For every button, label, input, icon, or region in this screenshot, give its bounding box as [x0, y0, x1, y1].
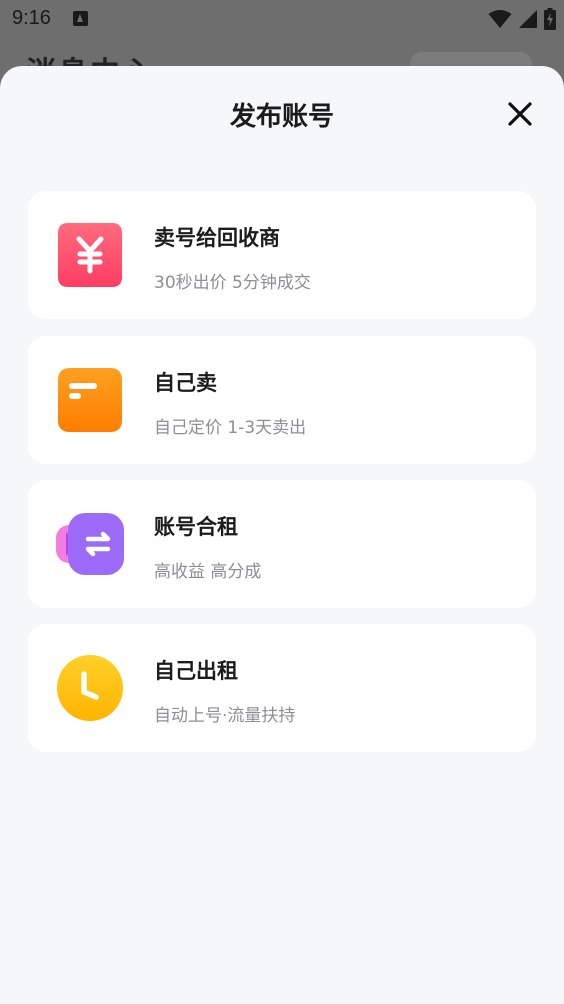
app-notification-icon [73, 11, 88, 26]
document-icon [56, 366, 124, 434]
option-account-shared-rent[interactable]: 账号合租 高收益 高分成 [28, 480, 536, 608]
sheet-title: 发布账号 [229, 102, 334, 132]
option-sell-to-recycler[interactable]: 卖号给回收商 30秒出价 5分钟成交 [28, 191, 536, 319]
swap-icon [56, 510, 124, 578]
status-bar: 9:16 [0, 0, 564, 38]
status-icons [488, 8, 556, 30]
option-sell-myself[interactable]: 自己卖 自己定价 1-3天卖出 [28, 336, 536, 464]
option-subtitle: 自动上号·流量扶持 [154, 706, 296, 726]
option-title: 自己出租 [154, 659, 238, 683]
option-title: 账号合租 [154, 515, 238, 539]
option-rent-myself[interactable]: 自己出租 自动上号·流量扶持 [28, 624, 536, 752]
cellular-signal-icon [519, 10, 537, 28]
wifi-icon [488, 10, 512, 28]
close-icon [508, 102, 532, 126]
option-subtitle: 30秒出价 5分钟成交 [154, 273, 311, 293]
publish-account-sheet: 发布账号 卖号给回收商 30秒出价 5分钟成交 自己卖 自己定价 1-3天卖出 … [0, 66, 564, 1004]
option-title: 自己卖 [154, 371, 217, 395]
clock-icon [56, 654, 124, 722]
status-time: 9:16 [12, 7, 51, 29]
option-title: 卖号给回收商 [154, 226, 280, 250]
close-button[interactable] [504, 98, 536, 130]
option-subtitle: 高收益 高分成 [154, 562, 262, 582]
battery-charging-icon [544, 8, 556, 30]
yuan-icon [56, 221, 124, 289]
option-subtitle: 自己定价 1-3天卖出 [154, 418, 307, 438]
